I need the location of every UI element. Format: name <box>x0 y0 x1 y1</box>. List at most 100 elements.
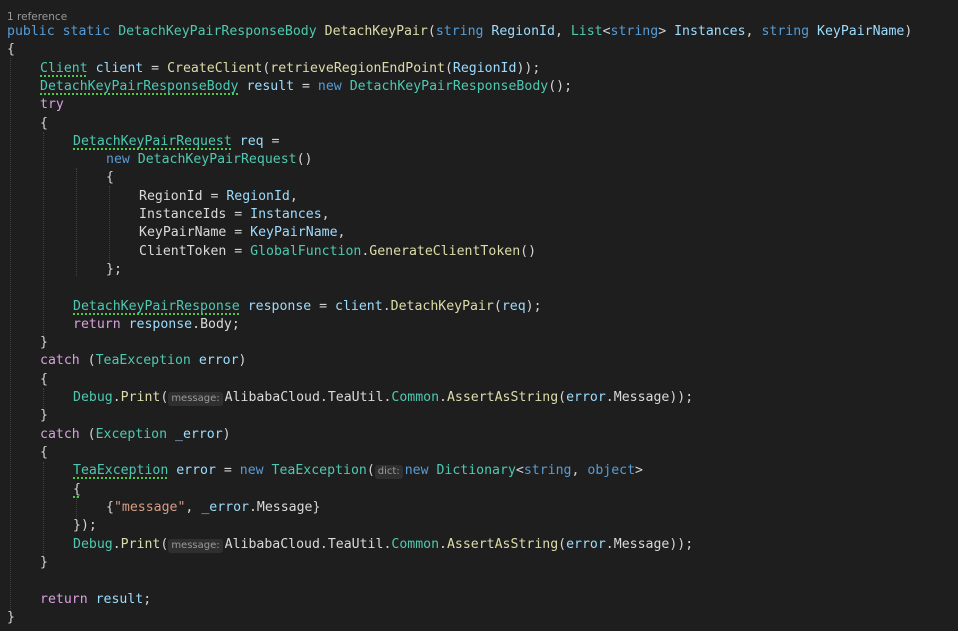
namespace: AlibabaCloud <box>224 537 320 552</box>
code-line-debug-print[interactable]: Debug.Print(message: AlibabaCloud.TeaUtil… <box>73 389 693 407</box>
keyword: catch <box>40 353 80 368</box>
keyword: string <box>610 24 659 39</box>
code-line-debug-print[interactable]: Debug.Print(message: AlibabaCloud.TeaUtil… <box>73 536 693 554</box>
variable: error <box>176 463 216 478</box>
type-name: DetachKeyPairRequest <box>137 152 297 167</box>
code-line-catch-exception[interactable]: catch (Exception _error) <box>40 426 231 444</box>
code-line-init-keypair[interactable]: KeyPairName = KeyPairName, <box>139 224 345 242</box>
keyword: new <box>404 463 429 478</box>
codelens-references[interactable]: 1 reference <box>7 10 67 24</box>
code-line[interactable]: }); <box>73 517 97 535</box>
variable: result <box>95 592 144 607</box>
indent-guide <box>109 186 110 262</box>
code-line-new-exception[interactable]: TeaException error = new TeaException(di… <box>73 462 643 480</box>
namespace: TeaUtil <box>327 390 384 405</box>
variable: error <box>566 390 606 405</box>
type-name: Common <box>391 390 440 405</box>
indent-guide <box>76 496 77 518</box>
type-name: DetachKeyPairRequest <box>73 134 232 149</box>
code-line-request-decl[interactable]: DetachKeyPairRequest req = <box>73 133 279 151</box>
keyword: new <box>239 463 264 478</box>
indent-guide <box>43 132 44 338</box>
code-line[interactable]: { <box>40 444 48 462</box>
code-line[interactable]: { <box>40 115 48 133</box>
property: RegionId <box>139 189 203 204</box>
type-name: Client <box>40 61 88 76</box>
parameter-hint: message: <box>168 539 223 553</box>
code-line-return-result[interactable]: return result; <box>40 591 151 609</box>
code-line[interactable]: } <box>7 609 15 627</box>
code-line-init-instances[interactable]: InstanceIds = Instances, <box>139 206 330 224</box>
type-name: TeaException <box>271 463 367 478</box>
keyword: string <box>761 24 810 39</box>
keyword: new <box>317 79 342 94</box>
type-name: List <box>570 24 603 39</box>
variable: _error <box>175 427 223 442</box>
type-name: DetachKeyPairResponseBody <box>40 79 239 94</box>
code-line-try[interactable]: try <box>40 96 64 114</box>
indent-guide <box>76 168 77 276</box>
variable: client <box>335 299 383 314</box>
variable: req <box>239 134 264 149</box>
parameter: RegionId <box>491 24 555 39</box>
variable: error <box>566 537 606 552</box>
keyword: string <box>435 24 484 39</box>
property: ClientToken <box>139 244 227 259</box>
type-name: TeaException <box>73 463 169 478</box>
method-call: retrieveRegionEndPoint <box>270 61 445 76</box>
code-line[interactable]: { <box>40 371 48 389</box>
keyword: static <box>62 24 111 39</box>
type-name: GlobalFunction <box>250 244 362 259</box>
method-call: GenerateClientToken <box>369 244 521 259</box>
method-call: CreateClient <box>167 61 263 76</box>
code-line[interactable]: { <box>106 169 114 187</box>
type-name: Exception <box>95 427 168 442</box>
code-line[interactable]: } <box>40 334 48 352</box>
namespace: TeaUtil <box>327 537 384 552</box>
variable: error <box>198 353 239 368</box>
parameter: KeyPairName <box>250 225 338 240</box>
keyword: try <box>40 97 64 112</box>
method-call: AssertAsString <box>446 390 559 405</box>
code-line-dict-entry[interactable]: {"message", _error.Message} <box>106 499 320 517</box>
method-call: DetachKeyPair <box>390 299 494 314</box>
property: Body <box>200 317 232 332</box>
variable: result <box>246 79 295 94</box>
variable: req <box>501 299 526 314</box>
code-line[interactable]: { <box>73 481 81 499</box>
method-call: AssertAsString <box>446 537 559 552</box>
code-line-new-request[interactable]: new DetachKeyPairRequest() <box>106 151 312 169</box>
code-line-return-body[interactable]: return response.Body; <box>73 316 240 334</box>
type-name: DetachKeyPairResponseBody <box>349 79 549 94</box>
property: Message <box>613 390 670 405</box>
parameter: Instances <box>674 24 746 39</box>
code-line-method-signature[interactable]: public static DetachKeyPairResponseBody … <box>7 23 912 41</box>
parameter: Instances <box>250 207 322 222</box>
code-line-create-client[interactable]: Client client = CreateClient(retrieveReg… <box>40 60 540 78</box>
code-line-result-init[interactable]: DetachKeyPairResponseBody result = new D… <box>40 78 572 96</box>
code-line[interactable]: } <box>40 554 48 572</box>
code-line-init-region[interactable]: RegionId = RegionId, <box>139 188 298 206</box>
keyword: public <box>7 24 55 39</box>
type-name: Debug <box>73 390 113 405</box>
code-line[interactable]: { <box>7 41 15 59</box>
parameter-hint: dict: <box>374 465 403 479</box>
keyword: return <box>73 317 121 332</box>
keyword: return <box>40 592 88 607</box>
code-line-init-token[interactable]: ClientToken = GlobalFunction.GenerateCli… <box>139 243 536 261</box>
variable: _error <box>201 500 249 515</box>
method-call: Print <box>120 390 161 405</box>
code-line[interactable]: }; <box>106 261 122 279</box>
code-editor[interactable]: 1 reference public static DetachKeyPairR… <box>0 0 958 631</box>
parameter: RegionId <box>452 61 517 76</box>
code-line[interactable]: } <box>40 407 48 425</box>
code-line-catch-tea[interactable]: catch (TeaException error) <box>40 352 246 370</box>
type-name: DetachKeyPairResponseBody <box>118 24 317 39</box>
string-literal: "message" <box>113 500 186 515</box>
method-name: DetachKeyPair <box>324 24 428 39</box>
variable: response <box>128 317 193 332</box>
type-name: Dictionary <box>436 463 516 478</box>
keyword: object <box>587 463 636 478</box>
type-name: Common <box>391 537 440 552</box>
code-line-response[interactable]: DetachKeyPairResponse response = client.… <box>73 298 542 316</box>
